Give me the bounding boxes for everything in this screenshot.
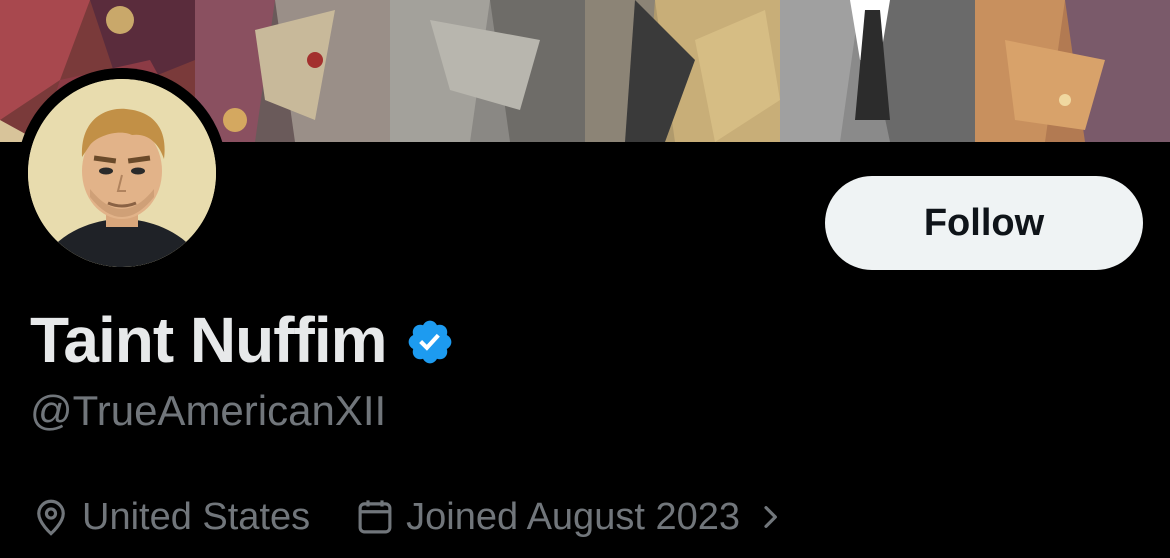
- location-item: United States: [30, 496, 310, 539]
- banner-panel-2: [195, 0, 390, 142]
- verified-badge-icon[interactable]: [405, 317, 455, 367]
- banner-panel-5: [780, 0, 975, 142]
- joined-text: Joined August 2023: [406, 495, 740, 538]
- calendar-icon: [358, 500, 392, 534]
- chevron-right-icon[interactable]: [754, 501, 786, 533]
- user-handle: @TrueAmericanXII: [30, 387, 387, 434]
- avatar-image: [28, 79, 216, 267]
- display-name: Taint Nuffim: [30, 304, 388, 376]
- joined-item[interactable]: Joined August 2023: [354, 496, 786, 539]
- profile-meta: United States Joined August 2023: [30, 492, 786, 542]
- banner-panel-4: [585, 0, 780, 142]
- location-text: United States: [82, 495, 311, 538]
- banner-panel-6: [975, 0, 1170, 142]
- banner-panel-3: [390, 0, 585, 142]
- name-row: Taint Nuffim: [30, 302, 455, 378]
- avatar[interactable]: [17, 68, 227, 278]
- follow-button[interactable]: Follow: [825, 176, 1143, 270]
- location-pin-icon: [37, 499, 65, 536]
